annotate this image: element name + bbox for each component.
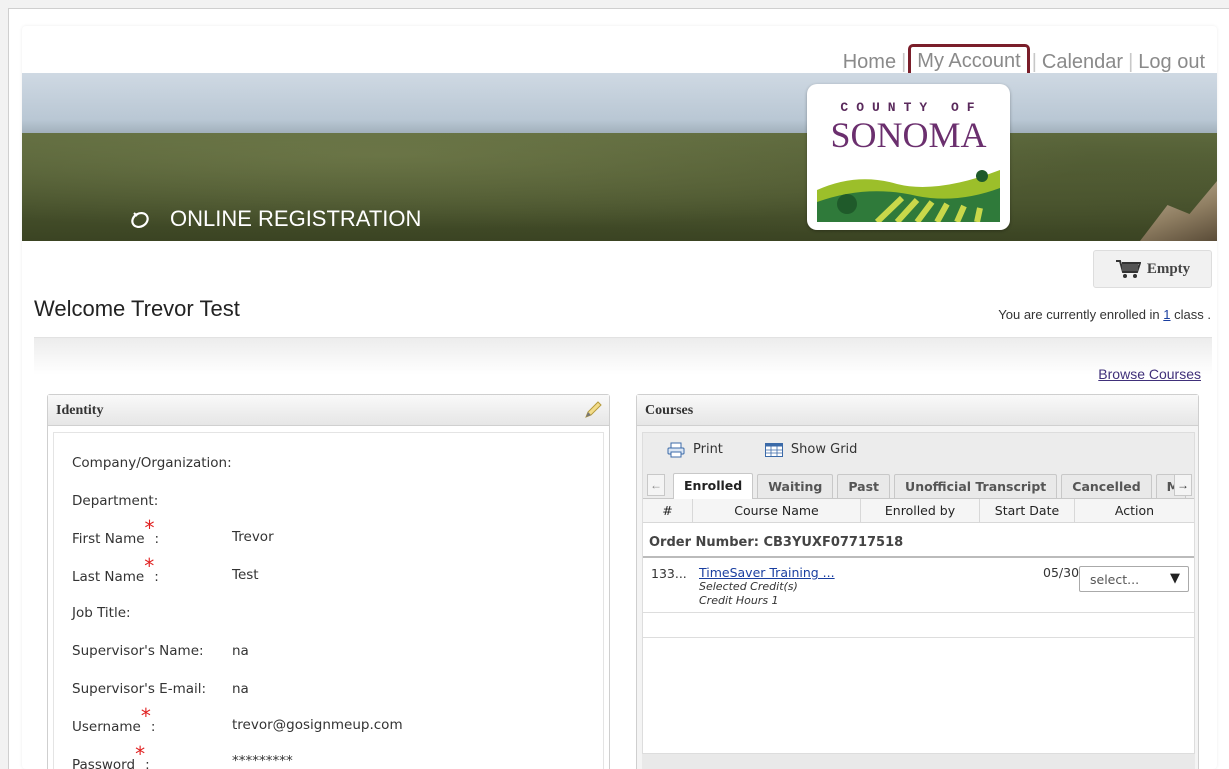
course-credit-info: Selected Credit(s) Credit Hours 1 <box>699 580 798 608</box>
field-first-name: First Name*: <box>72 518 160 547</box>
tab-past[interactable]: Past <box>837 474 891 498</box>
vineyard-icon <box>817 170 1000 222</box>
shopping-cart-icon <box>1115 260 1141 278</box>
field-job-title: Job Title: <box>72 605 222 621</box>
col-action[interactable]: Action <box>1075 499 1194 522</box>
show-grid-label: Show Grid <box>790 442 858 457</box>
field-company: Company/Organization: <box>72 455 232 471</box>
nav-separator: | <box>901 50 907 73</box>
action-select[interactable]: select... ▼ <box>1079 566 1189 592</box>
field-username: Username*: <box>72 706 156 735</box>
courses-footer <box>642 754 1195 769</box>
print-label: Print <box>693 442 723 457</box>
field-label: First Name <box>72 531 145 547</box>
tab-waiting[interactable]: Waiting <box>757 474 834 498</box>
nav-home[interactable]: Home <box>843 51 896 74</box>
col-start-date[interactable]: Start Date <box>980 499 1075 522</box>
page: Home | My Account | Calendar | Log out O… <box>22 26 1217 769</box>
course-name-link[interactable]: TimeSaver Training ... <box>699 565 835 580</box>
edit-pencil-icon[interactable] <box>583 400 603 420</box>
enrollment-count-link[interactable]: 1 <box>1163 307 1170 322</box>
table-row-empty <box>643 613 1194 638</box>
courses-header: Courses <box>637 395 1198 426</box>
header-banner: ONLINE REGISTRATION <box>22 73 1217 241</box>
field-label: Password <box>72 757 136 769</box>
table-row: 133... TimeSaver Training ... Selected C… <box>643 558 1194 613</box>
logo-sonoma-text: SONOMA <box>830 115 987 155</box>
tab-scroll-left-icon[interactable]: ← <box>647 474 665 496</box>
field-label: Job Title: <box>72 605 131 621</box>
show-grid-button[interactable]: Show Grid <box>764 442 858 457</box>
courses-panel: Courses Print Show Grid ← Enrolled Waiti… <box>636 394 1199 769</box>
field-label: Department: <box>72 493 159 509</box>
first-name-value: Trevor <box>232 529 274 545</box>
grid-icon <box>764 442 783 457</box>
online-registration-title: ONLINE REGISTRATION <box>130 206 421 232</box>
tab-scroll-right-icon[interactable]: → <box>1174 474 1192 496</box>
field-supervisor-email: Supervisor's E-mail: <box>72 681 222 697</box>
last-name-value: Test <box>232 567 259 583</box>
enrollment-suffix: class . <box>1174 307 1211 322</box>
nav-separator: | <box>1128 50 1134 73</box>
row-number: 133... <box>651 566 687 581</box>
course-tabs: ← Enrolled Waiting Past Unofficial Trans… <box>643 466 1194 499</box>
required-marker: * <box>144 554 155 578</box>
field-department: Department: <box>72 493 222 509</box>
printer-icon <box>667 442 685 457</box>
field-supervisor-name: Supervisor's Name: <box>72 643 222 659</box>
courses-toolbar: Print Show Grid <box>643 433 1194 466</box>
field-label: Supervisor's E-mail: <box>72 681 207 697</box>
county-logo[interactable]: COUNTY OF SONOMA <box>807 84 1010 230</box>
enrollment-summary: You are currently enrolled in 1 class . <box>998 307 1211 322</box>
order-number: Order Number: CB3YUXF07717518 <box>643 523 1194 558</box>
courses-title: Courses <box>645 403 694 418</box>
identity-fields: Company/Organization: Department: First … <box>53 432 604 769</box>
required-marker: * <box>135 742 146 766</box>
field-colon: : <box>154 531 160 547</box>
cart-button[interactable]: Empty <box>1093 250 1212 288</box>
field-label: Supervisor's Name: <box>72 643 204 659</box>
tab-cancelled[interactable]: Cancelled <box>1061 474 1152 498</box>
col-enrolled-by[interactable]: Enrolled by <box>861 499 980 522</box>
col-course-name[interactable]: Course Name <box>693 499 861 522</box>
welcome-heading: Welcome Trevor Test <box>34 296 240 321</box>
username-value: trevor@gosignmeup.com <box>232 717 403 733</box>
identity-title: Identity <box>56 403 104 418</box>
field-label: Last Name <box>72 569 145 585</box>
identity-header: Identity <box>48 395 609 426</box>
tab-enrolled[interactable]: Enrolled <box>673 473 754 499</box>
field-label: Company/Organization: <box>72 455 232 471</box>
enrollment-prefix: You are currently enrolled in <box>998 307 1160 322</box>
dropdown-arrow-icon: ▼ <box>1170 571 1180 586</box>
nav-separator: | <box>1031 50 1037 73</box>
action-select-value: select... <box>1090 572 1140 587</box>
print-button[interactable]: Print <box>667 442 723 458</box>
content-divider <box>34 337 1212 375</box>
supervisor-email-value: na <box>232 681 249 697</box>
nav-logout[interactable]: Log out <box>1138 51 1205 74</box>
browse-courses-link[interactable]: Browse Courses <box>1098 366 1201 382</box>
required-marker: * <box>144 516 155 540</box>
field-last-name: Last Name*: <box>72 556 159 585</box>
online-registration-label: ONLINE REGISTRATION <box>170 206 422 231</box>
supervisor-name-value: na <box>232 643 249 659</box>
mouse-icon <box>131 211 149 228</box>
password-value: ********* <box>232 753 293 769</box>
cart-label: Empty <box>1146 260 1191 277</box>
field-colon: : <box>154 569 159 585</box>
courses-table-header: # Course Name Enrolled by Start Date Act… <box>643 499 1194 523</box>
credit-selected: Selected Credit(s) <box>699 580 798 593</box>
col-number[interactable]: # <box>643 499 693 522</box>
courses-body: Print Show Grid ← Enrolled Waiting Past … <box>642 432 1195 754</box>
required-marker: * <box>140 704 151 728</box>
identity-panel: Identity Company/Organization: Departmen… <box>47 394 610 769</box>
nav-calendar[interactable]: Calendar <box>1042 51 1123 74</box>
field-colon: : <box>145 757 150 769</box>
field-label: Username <box>72 719 141 735</box>
credit-hours: Credit Hours 1 <box>699 594 779 607</box>
logo-county-text: COUNTY OF <box>840 100 983 115</box>
field-colon: : <box>150 719 156 735</box>
field-password: Password*: <box>72 744 150 769</box>
tab-unofficial-transcript[interactable]: Unofficial Transcript <box>894 474 1058 498</box>
